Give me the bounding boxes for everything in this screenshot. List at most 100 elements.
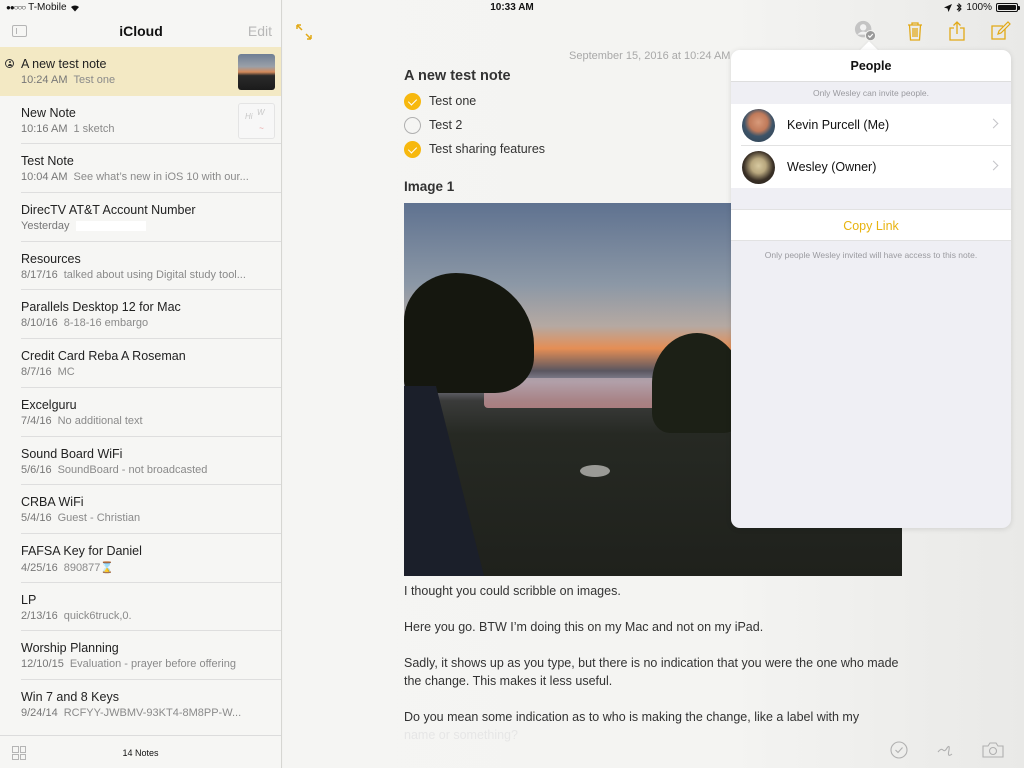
trash-icon[interactable] <box>904 20 926 42</box>
note-thumbnail-photo <box>238 54 275 90</box>
checkbox-checked-icon[interactable] <box>404 92 421 110</box>
note-list-item[interactable]: Test Note 10:04 AM See what’s new in iOS … <box>0 144 281 193</box>
camera-icon[interactable] <box>981 740 1005 760</box>
note-title: Worship Planning <box>21 641 119 656</box>
note-title: LP <box>21 592 37 607</box>
note-title: Credit Card Reba A Roseman <box>21 349 186 364</box>
note-title: DirecTV AT&T Account Number <box>21 203 196 218</box>
note-title: New Note <box>21 105 76 120</box>
note-list-item[interactable]: A new test note 10:24 AM Test one <box>0 47 281 96</box>
note-timestamp: September 15, 2016 at 10:24 AM <box>569 50 731 62</box>
note-date: 7/4/16 <box>21 414 52 427</box>
status-time: 10:33 AM <box>490 2 534 13</box>
note-paragraph-faded: name or something? <box>404 728 518 742</box>
status-bar: ●●○○○ T-Mobile 10:33 AM 100% <box>0 0 1024 16</box>
note-list-item[interactable]: Resources 8/17/16 talked about using Digi… <box>0 242 281 291</box>
note-date: 8/10/16 <box>21 317 58 330</box>
note-preview: Evaluation - prayer before offering <box>69 658 236 671</box>
note-paragraph: Do you mean some indication as to who is… <box>404 710 860 724</box>
note-paragraph: Here you go. BTW I’m doing this on my Ma… <box>404 620 764 634</box>
checklist-text: Test sharing features <box>429 142 546 156</box>
note-list-item[interactable]: Worship Planning 12/10/15 Evaluation - pr… <box>0 631 281 680</box>
note-preview: See what’s new in iOS 10 with our... <box>73 171 249 184</box>
note-list-item[interactable]: New Note 10:16 AM 1 sketch Hi W ~ <box>0 96 281 145</box>
people-icon[interactable] <box>854 20 876 42</box>
chevron-right-icon <box>988 160 999 171</box>
notes-list: A new test note 10:24 AM Test one New Not… <box>0 47 281 729</box>
note-date: Yesterday <box>21 220 70 233</box>
checkbox-unchecked-icon[interactable] <box>404 116 421 134</box>
note-preview: quick6truck,0. <box>63 609 132 622</box>
note-title: Test Note <box>21 154 74 169</box>
note-list-item[interactable]: LP 2/13/16 quick6truck,0. <box>0 583 281 632</box>
avatar <box>742 150 775 184</box>
compose-icon[interactable] <box>989 20 1011 42</box>
note-paragraph: I thought you could scribble on images. <box>404 584 621 598</box>
battery-icon <box>996 3 1020 12</box>
note-date: 10:24 AM <box>21 74 68 86</box>
note-date: 2/13/16 <box>21 609 58 622</box>
note-title: FAFSA Key for Daniel <box>21 543 142 558</box>
note-date: 5/4/16 <box>21 512 52 525</box>
note-list-item[interactable]: Sound Board WiFi 5/6/16 SoundBoard - not … <box>0 437 281 486</box>
note-title: A new test note <box>21 57 107 71</box>
checklist-text: Test 2 <box>429 118 463 132</box>
person-row[interactable]: Kevin Purcell (Me) <box>731 104 1011 146</box>
note-preview: No additional text <box>57 414 143 427</box>
note-preview: 8-18-16 embargo <box>63 317 149 330</box>
note-list-item[interactable]: Win 7 and 8 Keys 9/24/14 RCFYY-JWBMV-93KT… <box>0 680 281 729</box>
note-list-item[interactable]: Credit Card Reba A Roseman 8/7/16 MC <box>0 339 281 388</box>
note-preview: talked about using Digital study tool... <box>63 268 246 281</box>
note-paragraph: Sadly, it shows up as you type, but ther… <box>404 656 899 688</box>
note-preview: SoundBoard - not broadcasted <box>57 463 208 476</box>
note-preview: 1 sketch <box>73 122 115 135</box>
sidebar-footer: 14 Notes <box>0 735 281 768</box>
copy-link-button[interactable]: Copy Link <box>731 209 1011 241</box>
redacted-preview <box>75 221 146 232</box>
note-title: Resources <box>21 251 81 266</box>
note-title: Excelguru <box>21 397 77 412</box>
note-date: 12/10/15 <box>21 658 64 671</box>
note-date: 4/25/16 <box>21 561 58 574</box>
sidebar-header: iCloud Edit <box>0 16 282 46</box>
note-title: Win 7 and 8 Keys <box>21 689 119 704</box>
checklist-text: Test one <box>429 94 477 108</box>
invite-note: Only Wesley can invite people. <box>812 88 930 98</box>
note-list-item[interactable]: DirecTV AT&T Account Number Yesterday <box>0 193 281 242</box>
edit-button[interactable]: Edit <box>248 23 272 39</box>
note-preview: RCFYY-JWBMV-93KT4-8M8PP-W... <box>63 706 242 719</box>
person-row[interactable]: Wesley (Owner) <box>731 146 1011 188</box>
avatar <box>742 108 775 142</box>
chevron-right-icon <box>988 118 999 129</box>
folder-title: iCloud <box>119 23 163 39</box>
note-preview: Test one <box>73 74 116 86</box>
share-icon[interactable] <box>946 20 968 42</box>
access-note: Only people Wesley invited will have acc… <box>764 250 978 260</box>
sketch-icon[interactable] <box>935 740 955 760</box>
people-popover: People Only Wesley can invite people. Ke… <box>731 50 1011 528</box>
note-title: CRBA WiFi <box>21 495 84 510</box>
note-preview: Guest - Christian <box>57 512 141 525</box>
location-icon <box>944 3 953 12</box>
person-name: Wesley (Owner) <box>787 160 877 174</box>
note-list-item[interactable]: CRBA WiFi 5/4/16 Guest - Christian <box>0 485 281 534</box>
note-date: 10:16 AM <box>21 122 68 135</box>
notes-sidebar: iCloud Edit A new test note 10:24 AM Test… <box>0 0 282 768</box>
note-list-item[interactable]: FAFSA Key for Daniel 4/25/16 890877⌛ <box>0 534 281 583</box>
person-name: Kevin Purcell (Me) <box>787 118 890 132</box>
note-date: 10:04 AM <box>21 171 68 184</box>
note-thumbnail-sketch: Hi W ~ <box>238 102 275 139</box>
note-list-item[interactable]: Excelguru 7/4/16 No additional text <box>0 388 281 437</box>
note-list-item[interactable]: Parallels Desktop 12 for Mac 8/10/16 8-18… <box>0 290 281 339</box>
note-title: Sound Board WiFi <box>21 446 123 461</box>
expand-icon[interactable] <box>296 24 312 40</box>
checklist-icon[interactable] <box>889 740 909 760</box>
popover-title: People <box>731 50 1011 82</box>
checkbox-checked-icon[interactable] <box>404 140 421 158</box>
note-date: 5/6/16 <box>21 463 52 476</box>
shared-note-icon <box>5 59 14 68</box>
bluetooth-icon <box>957 3 963 12</box>
note-preview: 890877⌛ <box>63 561 115 574</box>
note-preview: MC <box>57 366 75 379</box>
note-date: 9/24/14 <box>21 706 58 719</box>
